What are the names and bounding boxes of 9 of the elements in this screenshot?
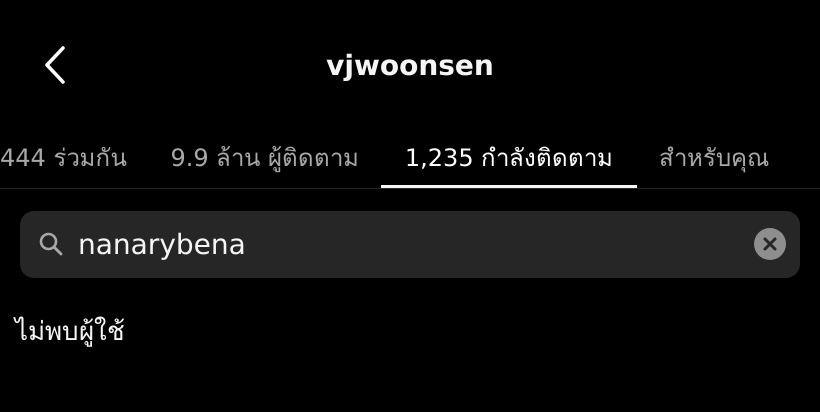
tab[interactable]: 444 ร่วมกัน — [0, 130, 148, 188]
back-icon[interactable] — [44, 46, 66, 84]
tab[interactable]: 9.9 ล้าน ผู้ติดตาม — [148, 130, 381, 188]
clear-icon[interactable] — [754, 228, 786, 260]
search-field[interactable]: nanarybena — [20, 211, 800, 278]
tab[interactable]: สำหรับคุณ — [637, 130, 792, 188]
tab[interactable]: 1,235 กำลังติดตาม — [380, 130, 638, 188]
profile-username: vjwoonsen — [326, 48, 494, 82]
no-users-message: ไม่พบผู้ใช้ — [15, 316, 126, 349]
